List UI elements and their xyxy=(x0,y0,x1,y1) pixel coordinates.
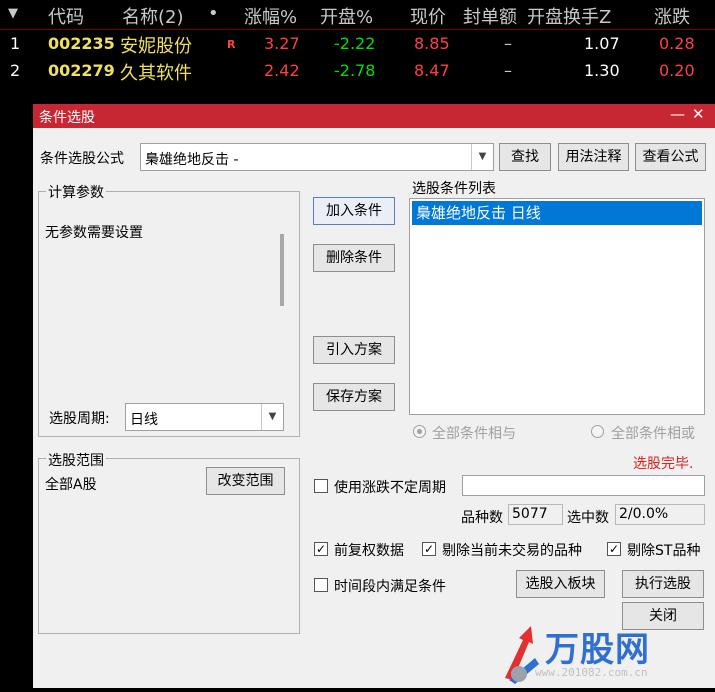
scope-value: 全部A股 xyxy=(45,477,97,493)
header-dot: • xyxy=(208,3,219,24)
watermark-logo: 万股网 www.201082.com.cn xyxy=(495,620,695,688)
status-text: 选股完毕. xyxy=(633,456,694,472)
count-value: 5077 xyxy=(508,504,563,525)
menu-icon[interactable]: ▼ xyxy=(8,6,18,21)
header-change-pct[interactable]: 涨幅% xyxy=(244,3,297,29)
change-scope-button[interactable]: 改变范围 xyxy=(206,467,285,495)
dialog-titlebar[interactable]: 条件选股 — ✕ xyxy=(33,104,715,128)
row-open-pct: -2.22 xyxy=(334,34,376,53)
row-index: 1 xyxy=(10,34,21,53)
row-seal-amount: – xyxy=(504,61,512,80)
row-change: 0.28 xyxy=(659,34,695,53)
exclude-st-checkbox[interactable]: ✓ xyxy=(607,542,621,556)
formula-select[interactable]: 梟雄绝地反击 - ▼ xyxy=(140,143,494,171)
to-sector-button[interactable]: 选股入板块 xyxy=(516,570,605,598)
radio-or[interactable] xyxy=(591,425,604,438)
header-separator xyxy=(0,29,715,30)
close-icon[interactable]: ✕ xyxy=(692,105,705,123)
period-select[interactable]: 日线 ▼ xyxy=(125,403,284,431)
row-open-turnover: 1.30 xyxy=(584,61,620,80)
header-open-turnover[interactable]: 开盘换手Z xyxy=(527,3,611,29)
params-text: 无参数需要设置 xyxy=(45,225,143,241)
conditions-label: 选股条件列表 xyxy=(412,181,496,197)
header-seal-amount[interactable]: 封单额 xyxy=(463,3,517,29)
row-name: 安妮股份 xyxy=(120,36,192,57)
row-flag: R xyxy=(227,38,236,51)
row-seal-amount: – xyxy=(504,34,512,53)
exclude-st-label: 剔除ST品种 xyxy=(627,543,701,559)
period-label: 选股周期: xyxy=(49,411,110,427)
row-name: 久其软件 xyxy=(120,63,192,84)
row-change-pct: 3.27 xyxy=(264,34,300,53)
list-item[interactable]: 梟雄绝地反击 日线 xyxy=(412,201,702,225)
period-value: 日线 xyxy=(130,412,158,428)
import-scheme-button[interactable]: 引入方案 xyxy=(313,336,395,364)
selected-label: 选中数 xyxy=(567,510,609,526)
indefinite-period-input[interactable] xyxy=(462,475,705,496)
row-open-pct: -2.78 xyxy=(334,61,376,80)
header-open-pct[interactable]: 开盘% xyxy=(320,3,373,29)
row-open-turnover: 1.07 xyxy=(584,34,620,53)
selected-value: 2/0.0% xyxy=(615,504,705,525)
indefinite-period-label: 使用涨跌不定周期 xyxy=(334,480,446,496)
add-condition-button[interactable]: 加入条件 xyxy=(313,197,395,225)
table-header: ▼ 代码 名称(2) • 涨幅% 开盘% 现价 封单额 开盘换手Z 涨跌 xyxy=(0,0,715,30)
exclude-untraded-checkbox[interactable]: ✓ xyxy=(422,542,436,556)
radio-and-label: 全部条件相与 xyxy=(432,426,516,442)
execute-button[interactable]: 执行选股 xyxy=(622,570,704,598)
radio-or-label: 全部条件相或 xyxy=(611,426,695,442)
save-scheme-button[interactable]: 保存方案 xyxy=(313,383,395,411)
adjusted-data-checkbox[interactable]: ✓ xyxy=(314,542,328,556)
find-button[interactable]: 查找 xyxy=(499,143,551,171)
chevron-down-icon[interactable]: ▼ xyxy=(261,404,283,430)
row-change-pct: 2.42 xyxy=(264,61,300,80)
header-name[interactable]: 名称(2) xyxy=(122,3,184,29)
params-scrollbar[interactable] xyxy=(280,234,284,306)
view-formula-button[interactable]: 查看公式 xyxy=(635,143,706,171)
header-change[interactable]: 涨跌 xyxy=(654,3,690,29)
row-code: 002279 xyxy=(48,61,115,80)
formula-label: 条件选股公式 xyxy=(40,151,124,167)
logo-text: 万股网 xyxy=(545,630,650,670)
header-code[interactable]: 代码 xyxy=(48,3,84,29)
period-condition-checkbox[interactable] xyxy=(314,578,328,592)
period-condition-label: 时间段内满足条件 xyxy=(334,579,446,595)
table-row[interactable]: 1 002235 安妮股份 R 3.27 -2.22 8.85 – 1.07 0… xyxy=(0,32,715,59)
params-group-label: 计算参数 xyxy=(46,182,106,202)
minimize-icon[interactable]: — xyxy=(670,105,685,123)
chevron-down-icon[interactable]: ▼ xyxy=(471,144,493,170)
row-code: 002235 xyxy=(48,34,115,53)
formula-value: 梟雄绝地反击 - xyxy=(145,152,239,168)
row-price: 8.85 xyxy=(414,34,450,53)
header-price[interactable]: 现价 xyxy=(410,3,446,29)
usage-notes-button[interactable]: 用法注释 xyxy=(558,143,629,171)
condition-screening-dialog: 条件选股 — ✕ 条件选股公式 梟雄绝地反击 - ▼ 查找 用法注释 查看公式 … xyxy=(33,104,715,688)
row-index: 2 xyxy=(10,61,21,80)
dialog-title: 条件选股 xyxy=(39,110,95,126)
indefinite-period-checkbox[interactable] xyxy=(314,479,328,493)
count-label: 品种数 xyxy=(461,510,503,526)
logo-url: www.201082.com.cn xyxy=(535,666,648,679)
adjusted-data-label: 前复权数据 xyxy=(334,543,404,559)
scope-group-label: 选股范围 xyxy=(46,450,106,470)
delete-condition-button[interactable]: 删除条件 xyxy=(313,244,395,272)
row-price: 8.47 xyxy=(414,61,450,80)
table-row[interactable]: 2 002279 久其软件 2.42 -2.78 8.47 – 1.30 0.2… xyxy=(0,59,715,86)
conditions-list[interactable]: 梟雄绝地反击 日线 xyxy=(409,198,705,415)
row-change: 0.20 xyxy=(659,61,695,80)
exclude-untraded-label: 剔除当前未交易的品种 xyxy=(442,543,582,559)
radio-and[interactable] xyxy=(413,425,426,438)
